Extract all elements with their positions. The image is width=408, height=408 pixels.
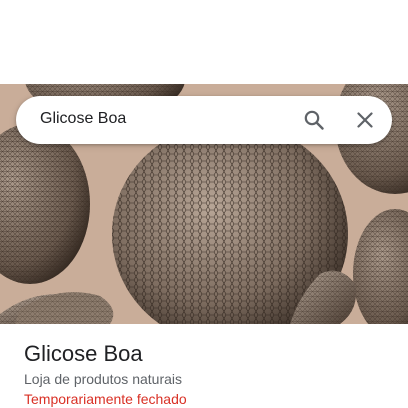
close-icon (357, 112, 373, 128)
search-input[interactable]: Glicose Boa (40, 110, 126, 128)
search-icon (304, 110, 324, 130)
place-panel: Glicose Boa Glicose Boa Loja de produtos… (0, 0, 408, 408)
search-button[interactable] (298, 104, 330, 136)
status-text: Temporariamente fechado (24, 391, 187, 407)
place-category: Loja de produtos naturais (24, 371, 182, 387)
close-button[interactable] (349, 104, 381, 136)
search-bar[interactable]: Glicose Boa (16, 96, 392, 144)
place-info: Glicose Boa Loja de produtos naturais Te… (24, 340, 394, 408)
place-title: Glicose Boa (24, 341, 143, 366)
